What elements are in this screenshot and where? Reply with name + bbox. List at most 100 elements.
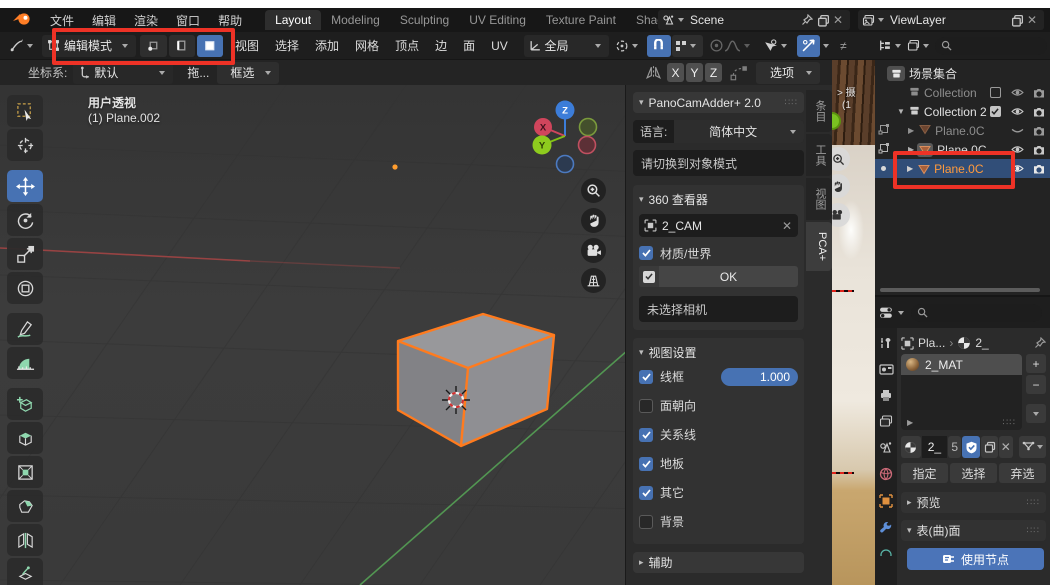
- proportional-icon[interactable]: ≠: [840, 39, 847, 53]
- tool-transform[interactable]: [7, 272, 43, 304]
- tab-world-icon[interactable]: [879, 467, 893, 481]
- outliner-row-plane3-active[interactable]: ▶ Plane.0C: [875, 159, 1050, 178]
- snap-toggle[interactable]: [647, 35, 670, 57]
- deselect-button[interactable]: 弃选: [999, 463, 1046, 483]
- overlays-toggle[interactable]: [797, 35, 820, 57]
- tool-rotate[interactable]: [7, 204, 43, 236]
- menu-edit[interactable]: 编辑: [83, 12, 125, 29]
- plane3-render-icon[interactable]: [1028, 163, 1050, 175]
- menu-vertex[interactable]: 顶点: [387, 37, 427, 54]
- select-mode-edge-button[interactable]: [169, 35, 195, 57]
- plane1-hide-icon[interactable]: [1006, 125, 1028, 136]
- navigation-gizmo[interactable]: Z X Y: [528, 92, 604, 180]
- drag-menu[interactable]: 拖...: [179, 64, 217, 81]
- tool-bevel[interactable]: [7, 490, 43, 522]
- tool-knife[interactable]: [7, 558, 43, 585]
- remove-viewlayer-icon[interactable]: ✕: [1024, 13, 1040, 27]
- tab-viewlayer-icon[interactable]: [879, 415, 893, 428]
- pivot-dropdown[interactable]: [609, 39, 647, 53]
- workspace-tab-sculpting[interactable]: Sculpting: [390, 10, 459, 30]
- select-tool-dropdown[interactable]: 框选: [217, 62, 279, 84]
- surface-panel-header[interactable]: ▾表(曲)面∷∷: [901, 520, 1046, 541]
- tab-scene-icon[interactable]: [879, 441, 893, 454]
- select-mode-vertex-button[interactable]: [140, 35, 166, 57]
- background-row[interactable]: 背景: [639, 507, 798, 536]
- link-mode-dropdown[interactable]: [1019, 436, 1046, 458]
- expand-icon[interactable]: ▶: [908, 145, 914, 154]
- plane1-render-icon[interactable]: [1028, 125, 1050, 137]
- material-world-row[interactable]: 材质/世界: [639, 240, 798, 266]
- coord-dropdown[interactable]: 默认: [73, 62, 173, 84]
- browse-material-button[interactable]: [901, 436, 921, 458]
- preview-viewport-strip[interactable]: ≠ > 摄 (1: [832, 32, 875, 585]
- mirror-y-button[interactable]: Y: [686, 63, 703, 82]
- expand-icon[interactable]: ▶: [908, 126, 914, 135]
- tool-annotate[interactable]: [7, 313, 43, 345]
- pin-icon[interactable]: [801, 14, 813, 26]
- tab-output-icon[interactable]: [879, 389, 893, 402]
- unlink-scene-icon[interactable]: ✕: [830, 13, 846, 27]
- new-scene-icon[interactable]: [817, 14, 830, 27]
- unlink-material-button[interactable]: ✕: [999, 436, 1013, 458]
- tool-add-cube[interactable]: [7, 388, 43, 420]
- tab-modifiers-icon[interactable]: [879, 521, 893, 535]
- outliner-display-mode-button[interactable]: [907, 39, 932, 52]
- collection2-checkbox[interactable]: [984, 106, 1006, 117]
- material-name-field[interactable]: 2_: [922, 436, 947, 458]
- add-slot-button[interactable]: +: [1026, 354, 1046, 373]
- collection1-render-icon[interactable]: [1028, 87, 1050, 99]
- tab-object-icon[interactable]: [879, 494, 893, 508]
- breadcrumb-material[interactable]: 2_: [975, 336, 1030, 350]
- menu-edge[interactable]: 边: [427, 37, 455, 54]
- pan-button[interactable]: [581, 208, 606, 233]
- gizmo-dropdown[interactable]: [763, 39, 790, 53]
- collection2-render-icon[interactable]: [1028, 106, 1050, 118]
- menu-file[interactable]: 文件: [41, 12, 83, 29]
- wireframe-slider[interactable]: 1.000: [721, 368, 798, 386]
- blender-logo-icon[interactable]: [12, 11, 31, 29]
- plane2-render-icon[interactable]: [1028, 144, 1050, 156]
- duplicate-material-button[interactable]: [981, 436, 997, 458]
- tab-render-icon[interactable]: [879, 363, 894, 376]
- outliner-row-collection2[interactable]: ▼ Collection 2: [875, 102, 1050, 121]
- snap-path-icon[interactable]: [730, 65, 748, 81]
- wireframe-row[interactable]: 线框 1.000: [639, 362, 798, 391]
- helper-section-header[interactable]: ▸辅助: [633, 552, 804, 573]
- zoom-button[interactable]: [581, 178, 606, 203]
- new-viewlayer-icon[interactable]: [1011, 14, 1024, 27]
- mirror-x-button[interactable]: X: [667, 63, 684, 82]
- use-nodes-button[interactable]: 使用节点: [907, 548, 1044, 570]
- viewlayer-name[interactable]: ViewLayer: [887, 13, 1011, 27]
- tab-tool-icon[interactable]: [879, 336, 893, 350]
- menu-mesh[interactable]: 网格: [347, 37, 387, 54]
- outliner-row-collection1[interactable]: Collection: [875, 83, 1050, 102]
- mesh-cube[interactable]: [380, 300, 575, 465]
- tab-pca[interactable]: PCA+: [806, 222, 832, 271]
- material-slot-row[interactable]: 2_MAT: [901, 354, 1022, 375]
- mirror-z-button[interactable]: Z: [705, 63, 722, 82]
- tab-item[interactable]: 条目: [806, 90, 832, 132]
- properties-editor-type-button[interactable]: [879, 306, 907, 320]
- clear-camera-icon[interactable]: ✕: [776, 219, 798, 233]
- workspace-tab-uvediting[interactable]: UV Editing: [459, 10, 536, 30]
- viewer-section-header[interactable]: ▾360 查看器: [639, 189, 798, 209]
- material-slot-list[interactable]: 2_MAT ▶ ∷∷: [901, 354, 1022, 430]
- remove-slot-button[interactable]: −: [1026, 375, 1046, 394]
- properties-search[interactable]: [911, 304, 1042, 322]
- mirror-icon[interactable]: [645, 65, 662, 80]
- preview-panel-header[interactable]: ▸预览∷∷: [901, 492, 1046, 513]
- collection1-checkbox[interactable]: [984, 87, 1006, 98]
- select-button[interactable]: 选择: [950, 463, 997, 483]
- menu-face[interactable]: 面: [455, 37, 483, 54]
- select-mode-face-button[interactable]: [197, 35, 223, 57]
- viewlayer-selector[interactable]: ViewLayer ✕: [858, 10, 1044, 30]
- face-orientation-row[interactable]: 面朝向: [639, 391, 798, 420]
- strip-pan-button[interactable]: [832, 174, 850, 198]
- tool-move[interactable]: [7, 170, 43, 202]
- outliner-scrollbar[interactable]: [880, 288, 1040, 292]
- ok-button[interactable]: OK: [639, 266, 798, 287]
- menu-help[interactable]: 帮助: [209, 12, 251, 29]
- camera-field[interactable]: 2_CAM ✕: [639, 214, 798, 237]
- outliner-row-plane1[interactable]: ▶ Plane.0C: [875, 121, 1050, 140]
- tool-select-box[interactable]: [7, 95, 43, 127]
